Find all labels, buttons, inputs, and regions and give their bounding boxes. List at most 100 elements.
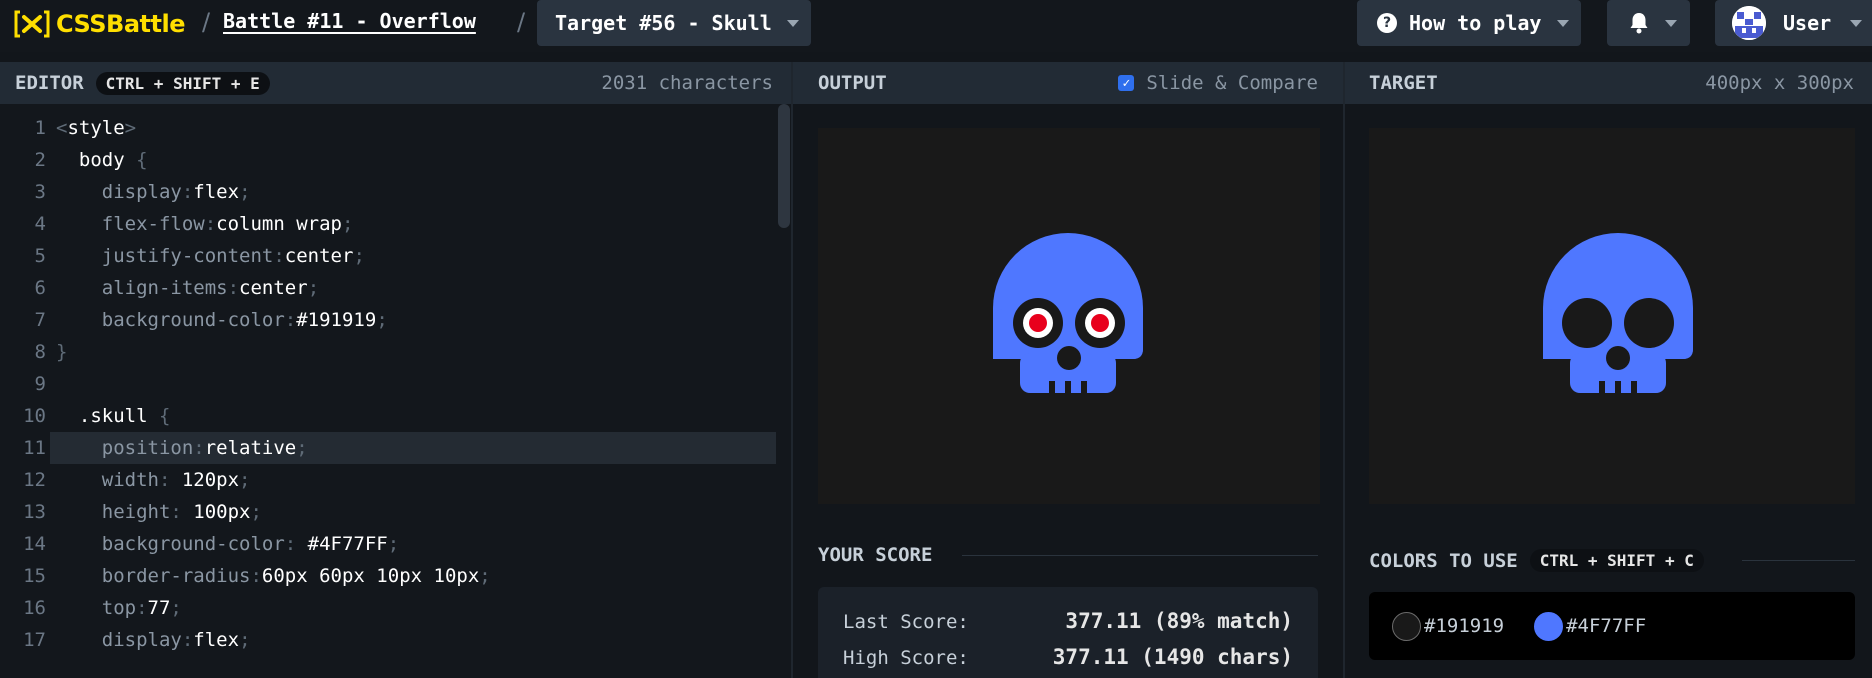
code-token: : xyxy=(158,469,182,491)
code-token: display xyxy=(56,181,182,203)
how-to-play-button[interactable]: ? How to play xyxy=(1357,0,1581,46)
code-token: flex xyxy=(193,181,240,203)
line-number: 12 xyxy=(23,469,46,491)
colors-shortcut-badge: CTRL + SHIFT + C xyxy=(1529,549,1704,572)
code-line[interactable]: 12 width: 120px; xyxy=(0,464,776,496)
target-title: TARGET xyxy=(1369,72,1438,94)
code-token: #191919 xyxy=(296,309,377,331)
editor-header: EDITOR CTRL + SHIFT + E 2031 characters xyxy=(0,62,791,104)
colors-title-text: COLORS TO USE xyxy=(1369,549,1518,572)
chevron-down-icon xyxy=(1665,20,1677,27)
chevron-down-icon xyxy=(1557,20,1569,27)
code-token: : xyxy=(181,181,194,203)
code-text: .skull { xyxy=(56,400,171,432)
color-swatch-item[interactable]: #4F77FF xyxy=(1534,611,1646,641)
code-token: justify-content xyxy=(56,245,274,267)
code-token: : xyxy=(170,501,194,523)
notifications-button[interactable] xyxy=(1607,0,1690,46)
slide-compare-checkbox[interactable]: ✓ xyxy=(1118,75,1135,91)
high-score-value: 377.11 (1490 chars) xyxy=(1052,645,1293,669)
editor-scrollbar-thumb[interactable] xyxy=(778,104,790,228)
color-swatch-item[interactable]: #191919 xyxy=(1392,611,1504,641)
code-text: flex-flow:column wrap; xyxy=(56,208,354,240)
line-number: 15 xyxy=(23,565,46,587)
code-token: ; xyxy=(239,629,251,651)
code-line[interactable]: 14 background-color: #4F77FF; xyxy=(0,528,776,560)
code-line[interactable]: 17 display:flex; xyxy=(0,624,776,656)
code-token: 120px xyxy=(181,469,240,491)
code-token: .skull xyxy=(56,405,159,427)
code-token: ; xyxy=(239,469,251,491)
code-token: width xyxy=(56,469,159,491)
line-number: 2 xyxy=(34,149,46,171)
code-token: : xyxy=(284,309,297,331)
code-line[interactable]: 8} xyxy=(0,336,776,368)
code-line[interactable]: 11 position:relative; xyxy=(23,432,776,464)
code-line[interactable]: 13 height: 100px; xyxy=(0,496,776,528)
output-canvas[interactable] xyxy=(818,128,1320,504)
code-line[interactable]: 10 .skull { xyxy=(0,400,776,432)
code-line[interactable]: 9 xyxy=(0,368,776,400)
user-name: User xyxy=(1783,11,1832,35)
slide-compare-toggle[interactable]: ✓ Slide & Compare xyxy=(1118,72,1318,94)
code-token: ; xyxy=(387,533,400,555)
bell-icon xyxy=(1630,13,1648,34)
code-editor[interactable]: 1 <style> 2 body {3 display:flex; 4 flex-fl… xyxy=(0,104,791,678)
code-token: background-color xyxy=(56,533,285,555)
line-number: 10 xyxy=(23,405,46,427)
panel-divider[interactable] xyxy=(791,62,793,678)
code-line[interactable]: 6 align-items:center; xyxy=(0,272,776,304)
user-menu-button[interactable]: User xyxy=(1715,0,1872,46)
code-line[interactable]: 5 justify-content:center; xyxy=(0,240,776,272)
avatar xyxy=(1732,6,1766,40)
line-number: 13 xyxy=(23,501,46,523)
code-text: display:flex; xyxy=(56,624,251,656)
code-line[interactable]: 4 flex-flow:column wrap; xyxy=(0,208,776,240)
code-line[interactable]: 15 border-radius:60px 60px 10px 10px; xyxy=(0,560,776,592)
code-token: : xyxy=(136,597,148,619)
code-token: body xyxy=(56,149,137,171)
line-number: 7 xyxy=(34,309,46,331)
color-swatch[interactable] xyxy=(1534,611,1564,641)
color-hex-label[interactable]: #191919 xyxy=(1424,615,1504,637)
target-canvas xyxy=(1369,128,1855,504)
code-token: position xyxy=(56,437,194,459)
code-token: : xyxy=(227,277,240,299)
color-swatch[interactable] xyxy=(1392,611,1421,641)
code-line[interactable]: 7 background-color:#191919; xyxy=(0,304,776,336)
character-count: 2031 characters xyxy=(601,72,773,94)
code-token: ; xyxy=(296,437,308,459)
code-text: position:relative; xyxy=(56,432,308,464)
code-token: border-radius xyxy=(56,565,251,587)
code-token: center xyxy=(239,277,308,299)
colors-section-title: COLORS TO USE CTRL + SHIFT + C xyxy=(1369,549,1704,572)
code-line[interactable]: 3 display:flex; xyxy=(0,176,776,208)
colors-palette: #191919 #4F77FF xyxy=(1369,592,1855,660)
battle-link[interactable]: Battle #11 - Overflow xyxy=(223,9,476,33)
code-text: body { xyxy=(56,144,148,176)
code-token: : xyxy=(284,533,308,555)
code-line[interactable]: 2 body { xyxy=(0,144,776,176)
code-line[interactable]: 1 <style> xyxy=(0,112,776,144)
code-token: { xyxy=(136,149,148,171)
breadcrumb-separator: / xyxy=(517,8,526,36)
code-token: { xyxy=(158,405,171,427)
panel-divider xyxy=(1343,62,1345,678)
output-title: OUTPUT xyxy=(818,72,887,94)
line-number: 17 xyxy=(23,629,46,651)
line-number: 5 xyxy=(34,245,46,267)
line-number: 1 xyxy=(34,117,46,139)
code-token: ; xyxy=(376,309,388,331)
color-hex-label[interactable]: #4F77FF xyxy=(1566,615,1646,637)
last-score-label: Last Score: xyxy=(843,611,969,633)
target-select[interactable]: Target #56 - Skull xyxy=(537,0,811,46)
code-token: 60px 60px 10px 10px xyxy=(261,565,480,587)
divider xyxy=(962,555,1318,556)
code-token: center xyxy=(284,245,354,267)
code-text: border-radius:60px 60px 10px 10px; xyxy=(56,560,491,592)
divider xyxy=(1742,560,1855,561)
code-line[interactable]: 16 top:77; xyxy=(0,592,776,624)
target-skull xyxy=(1543,233,1693,398)
code-token: : xyxy=(204,213,217,235)
logo[interactable]: CSSBattle xyxy=(14,9,186,39)
